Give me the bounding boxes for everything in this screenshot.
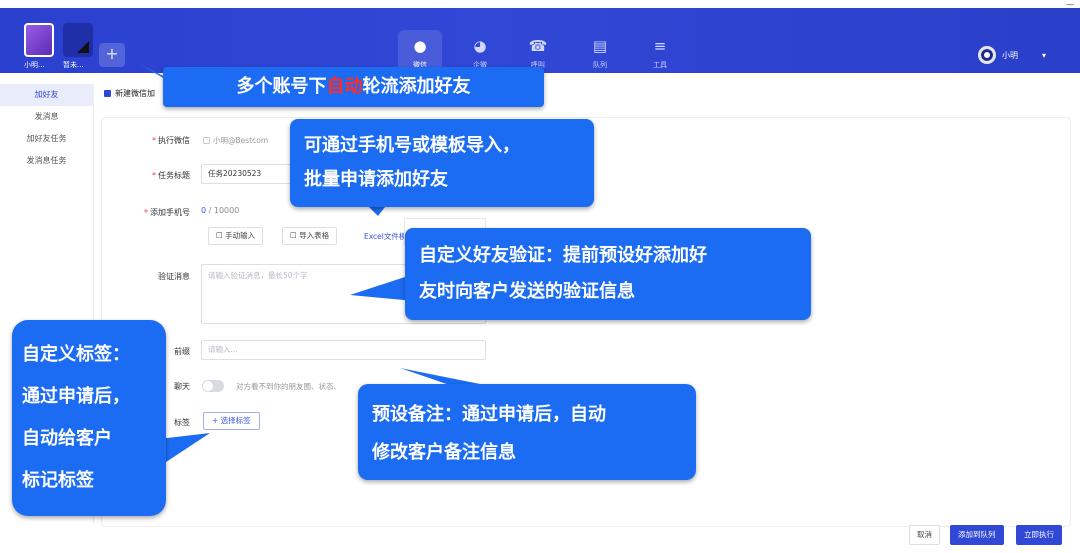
callout-tags: 自定义标签： 通过申请后， 自动给客户 标记标签 — [12, 320, 166, 516]
account-name-2: 暂未... — [63, 61, 84, 69]
run-now-button[interactable]: 立即执行 — [1016, 525, 1062, 545]
manual-input-button[interactable]: ☐ 手动输入 — [208, 227, 264, 245]
only-chat-toggle[interactable] — [202, 380, 224, 392]
excel-template-link[interactable]: Excel文件模 — [364, 231, 406, 242]
checkbox-icon — [203, 137, 210, 144]
sidebar-item-send-message[interactable]: 发消息 — [0, 106, 93, 128]
top-bar: 小明... 暂未... + ● 微信 ◕ 企微 ☎ 呼叫 ▤ 队列 ≡ 工具 小… — [0, 8, 1080, 78]
layers-icon: ≡ — [653, 37, 667, 55]
callout-remark: 预设备注：通过申请后，自动 修改客户备注信息 — [358, 384, 696, 480]
add-account-button[interactable]: + — [99, 43, 125, 67]
phone-label: * 添加手机号 — [144, 208, 190, 217]
callout-verify: 自定义好友验证：提前预设好添加好 友时向客户发送的验证信息 — [405, 228, 811, 320]
import-table-button[interactable]: ☐ 导入表格 — [282, 227, 338, 245]
verify-label: 验证消息 — [158, 272, 190, 281]
phone-counter: 0 / 10000 — [201, 206, 240, 215]
chat-hint: 对方看不到你的朋友圈、状态、 — [236, 382, 341, 391]
exec-wechat-label: * 执行微信 — [152, 136, 190, 145]
cancel-button[interactable]: 取消 — [909, 525, 940, 545]
nav-queue[interactable]: ▤ 队列 — [578, 30, 622, 78]
add-to-queue-button[interactable]: 添加到队列 — [950, 525, 1004, 545]
user-name: 小明 — [1002, 50, 1018, 60]
phone-icon: ☎ — [528, 37, 548, 55]
exec-wechat-option[interactable]: 小明@Bestcom — [203, 135, 268, 146]
sidebar-item-add-friend-task[interactable]: 加好友任务 — [0, 128, 93, 150]
title-marker-icon — [104, 90, 111, 97]
page-title: 新建微信加 — [104, 88, 155, 99]
select-tags-button[interactable]: + 选择标签 — [203, 412, 260, 430]
remark-prefix-input[interactable]: 请输入... — [201, 340, 486, 360]
queue-icon: ▤ — [592, 37, 608, 55]
sidebar-item-send-message-task[interactable]: 发消息任务 — [0, 150, 93, 172]
user-menu[interactable]: 小明 ▾ — [978, 46, 1046, 64]
minimize-icon[interactable]: — — [1066, 0, 1074, 9]
task-title-label: * 任务标题 — [152, 171, 190, 180]
account-name-1: 小明... — [24, 61, 45, 69]
wecom-icon: ◕ — [473, 37, 487, 55]
chevron-down-icon: ▾ — [1042, 50, 1047, 60]
callout-import: 可通过手机号或模板导入， 批量申请添加好友 — [290, 119, 594, 207]
account-avatar-2[interactable] — [63, 23, 93, 57]
callout-multi-account: 多个账号下自动轮流添加好友 — [163, 67, 544, 107]
nav-tools[interactable]: ≡ 工具 — [638, 30, 682, 78]
wechat-icon: ● — [413, 37, 427, 55]
task-title-input[interactable]: 任务20230523 — [201, 164, 291, 184]
account-avatar-1[interactable] — [24, 23, 54, 57]
sidebar-item-add-friend[interactable]: 加好友 — [0, 84, 93, 106]
avatar — [978, 46, 996, 64]
